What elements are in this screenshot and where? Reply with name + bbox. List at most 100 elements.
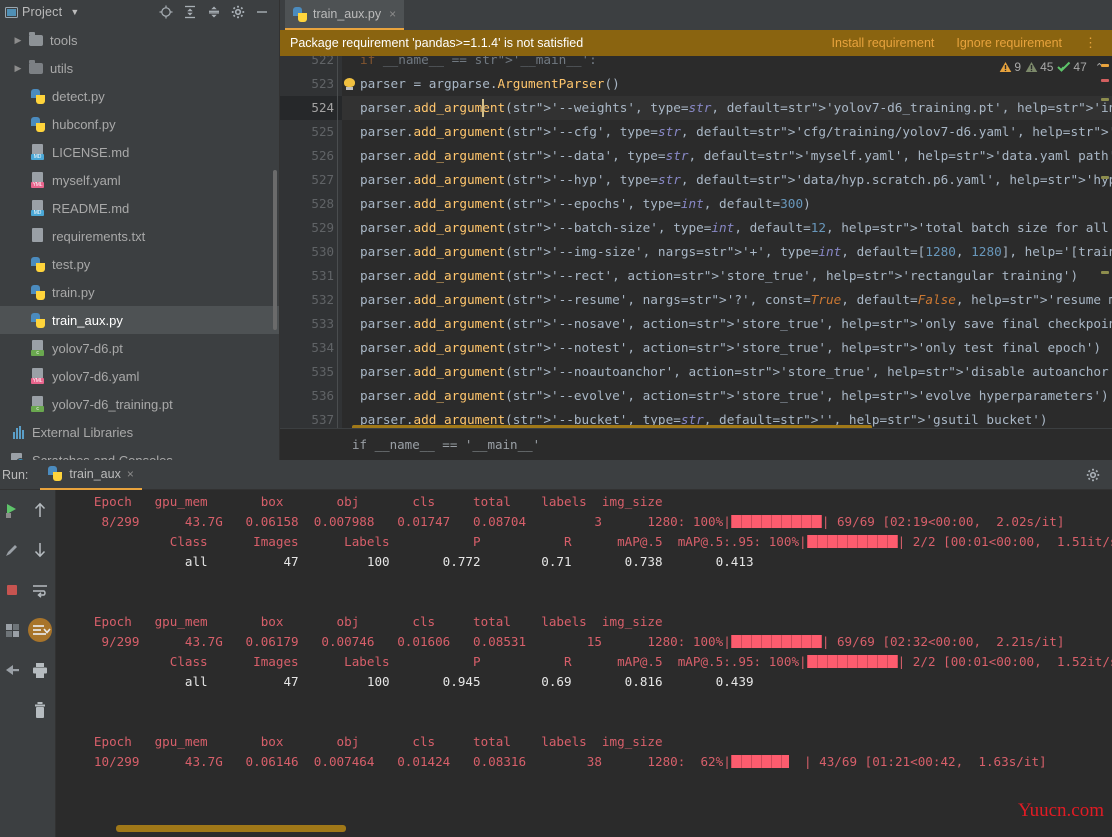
chevron-right-icon[interactable]: ▶ xyxy=(10,63,26,74)
weak-warning-group[interactable]: 45 xyxy=(1025,60,1053,74)
code-lines[interactable]: if __name__ == str">'__main__': parser = … xyxy=(342,56,1112,428)
gutter-marker[interactable] xyxy=(1101,271,1109,274)
code-line-535[interactable]: parser.add_argument(str">'--noautoanchor… xyxy=(342,360,1112,384)
code-line-529[interactable]: parser.add_argument(str">'--batch-size',… xyxy=(342,216,1112,240)
tree-item-scratches-and-consoles[interactable]: Scratches and Consoles xyxy=(0,446,279,460)
code-line-525[interactable]: parser.add_argument(str">'--cfg', type=s… xyxy=(342,120,1112,144)
editor-tab-label: train_aux.py xyxy=(313,7,382,21)
code-line-523[interactable]: parser = argparse.ArgumentParser() xyxy=(342,72,1112,96)
run-toolbar[interactable] xyxy=(0,490,56,837)
editor-tab-bar: train_aux.py × xyxy=(280,0,1112,30)
code-line-531[interactable]: parser.add_argument(str">'--rect', actio… xyxy=(342,264,1112,288)
code-line-524[interactable]: parser.add_argument(str">'--weights', ty… xyxy=(342,96,1112,120)
tree-item-train-py[interactable]: train.py xyxy=(0,278,279,306)
stop-icon[interactable] xyxy=(0,570,24,610)
collapse-all-icon[interactable] xyxy=(207,5,221,19)
code-line-526[interactable]: parser.add_argument(str">'--data', type=… xyxy=(342,144,1112,168)
trash-icon[interactable] xyxy=(24,690,56,730)
editor-tab-train-aux[interactable]: train_aux.py × xyxy=(285,0,405,30)
folder-icon xyxy=(26,59,46,74)
gutter-marker[interactable] xyxy=(1101,79,1109,82)
project-tree[interactable]: ▶ tools ▶ utils detect.py hubconf.py MD LICENSE… xyxy=(0,24,279,460)
folder-icon xyxy=(26,31,46,46)
scroll-down-icon[interactable] xyxy=(24,530,56,570)
breadcrumb[interactable]: if __name__ == '__main__' xyxy=(280,428,1112,460)
gutter-marker[interactable] xyxy=(1101,98,1109,101)
tree-item-yolov7-d6-pt[interactable]: c yolov7-d6.pt xyxy=(0,334,279,362)
expand-all-icon[interactable] xyxy=(183,5,197,19)
console-line: Class Images Labels P R mAP@.5 mAP@.5:.9… xyxy=(56,654,1112,669)
scroll-to-end-icon[interactable] xyxy=(24,610,56,650)
tree-item-label: hubconf.py xyxy=(52,116,116,132)
line-number: 531 xyxy=(311,268,334,283)
console-line: Epoch gpu_mem box obj cls total labels i… xyxy=(56,734,663,749)
project-window-icon xyxy=(4,5,18,19)
tree-item-utils[interactable]: ▶ utils xyxy=(0,54,279,82)
tree-item-detect-py[interactable]: detect.py xyxy=(0,82,279,110)
console-output[interactable]: Yuucn.com Epoch gpu_mem box obj cls tota… xyxy=(56,490,1112,837)
scratches-icon xyxy=(8,452,28,460)
tree-item-license-md[interactable]: MD LICENSE.md xyxy=(0,138,279,166)
line-number: 535 xyxy=(311,364,334,379)
code-line-522[interactable]: if __name__ == str">'__main__': xyxy=(342,56,1112,72)
more-options-icon[interactable]: ⋮ xyxy=(1084,35,1098,51)
python-file-icon xyxy=(28,88,48,104)
tree-item-external-libraries[interactable]: External Libraries xyxy=(0,418,279,446)
chevron-right-icon[interactable]: ▶ xyxy=(10,35,26,46)
project-scrollbar[interactable] xyxy=(273,170,277,330)
code-line-533[interactable]: parser.add_argument(str">'--nosave', act… xyxy=(342,312,1112,336)
code-line-536[interactable]: parser.add_argument(str">'--evolve', act… xyxy=(342,384,1112,408)
gutter-marker[interactable] xyxy=(1101,64,1109,67)
yaml-file-icon: YML xyxy=(28,172,48,188)
markdown-file-icon: MD xyxy=(28,144,48,160)
close-icon[interactable]: × xyxy=(389,7,396,21)
gear-icon[interactable] xyxy=(1086,468,1100,487)
line-number: 524 xyxy=(311,100,334,115)
tree-item-tools[interactable]: ▶ tools xyxy=(0,26,279,54)
console-horizontal-scrollbar[interactable] xyxy=(116,825,346,832)
target-icon[interactable] xyxy=(159,5,173,19)
tree-item-requirements-txt[interactable]: requirements.txt xyxy=(0,222,279,250)
tree-item-yolov7-d6-training-pt[interactable]: c yolov7-d6_training.pt xyxy=(0,390,279,418)
editor-gutter[interactable]: 522 523 524 525 526 527 528 529 530 531 532 533 534 5… xyxy=(280,56,342,428)
inspection-widget[interactable]: 9 45 47 ⌃ xyxy=(999,60,1104,74)
gutter-marker[interactable] xyxy=(1101,176,1109,179)
console-line: 10/299 43.7G 0.06146 0.007464 0.01424 0.… xyxy=(56,754,1047,769)
close-icon[interactable]: × xyxy=(127,467,134,481)
tree-item-readme-md[interactable]: MD README.md xyxy=(0,194,279,222)
weak-warning-count: 45 xyxy=(1040,60,1054,74)
tree-item-myself-yaml[interactable]: YML myself.yaml xyxy=(0,166,279,194)
soft-wrap-icon[interactable] xyxy=(24,570,56,610)
ignore-requirement-link[interactable]: Ignore requirement xyxy=(956,36,1062,50)
markdown-file-icon: MD xyxy=(28,200,48,216)
run-panel-header: Run: train_aux × xyxy=(0,460,1112,490)
install-requirement-link[interactable]: Install requirement xyxy=(832,36,935,50)
chevron-down-icon[interactable]: ▼ xyxy=(70,7,79,17)
line-number: 527 xyxy=(311,172,334,187)
run-tab-label: train_aux xyxy=(69,466,121,481)
run-tab-train-aux[interactable]: train_aux × xyxy=(40,460,142,490)
tree-item-train-aux-py[interactable]: train_aux.py xyxy=(0,306,279,334)
pin-icon[interactable] xyxy=(0,650,24,690)
weak-warning-triangle-icon xyxy=(1025,62,1038,72)
code-line-528[interactable]: parser.add_argument(str">'--epochs', typ… xyxy=(342,192,1112,216)
rerun-icon[interactable] xyxy=(0,490,24,530)
ok-group[interactable]: 47 xyxy=(1057,60,1087,74)
tree-item-hubconf-py[interactable]: hubconf.py xyxy=(0,110,279,138)
tree-item-label: test.py xyxy=(52,256,91,272)
gear-icon[interactable] xyxy=(231,5,245,19)
code-line-532[interactable]: parser.add_argument(str">'--resume', nar… xyxy=(342,288,1112,312)
tree-item-yolov7-d6-yaml[interactable]: YML yolov7-d6.yaml xyxy=(0,362,279,390)
debug-icon[interactable] xyxy=(0,530,24,570)
scroll-up-icon[interactable] xyxy=(24,490,56,530)
code-line-527[interactable]: parser.add_argument(str">'--hyp', type=s… xyxy=(342,168,1112,192)
warning-group[interactable]: 9 xyxy=(999,60,1021,74)
minimize-icon[interactable] xyxy=(255,5,269,19)
code-line-534[interactable]: parser.add_argument(str">'--notest', act… xyxy=(342,336,1112,360)
chevron-up-icon[interactable]: ⌃ xyxy=(1095,61,1104,74)
layout-icon[interactable] xyxy=(0,610,24,650)
code-line-530[interactable]: parser.add_argument(str">'--img-size', n… xyxy=(342,240,1112,264)
print-icon[interactable] xyxy=(24,650,56,690)
code-editor[interactable]: 522 523 524 525 526 527 528 529 530 531 532 533 534 5… xyxy=(280,56,1112,428)
tree-item-test-py[interactable]: test.py xyxy=(0,250,279,278)
